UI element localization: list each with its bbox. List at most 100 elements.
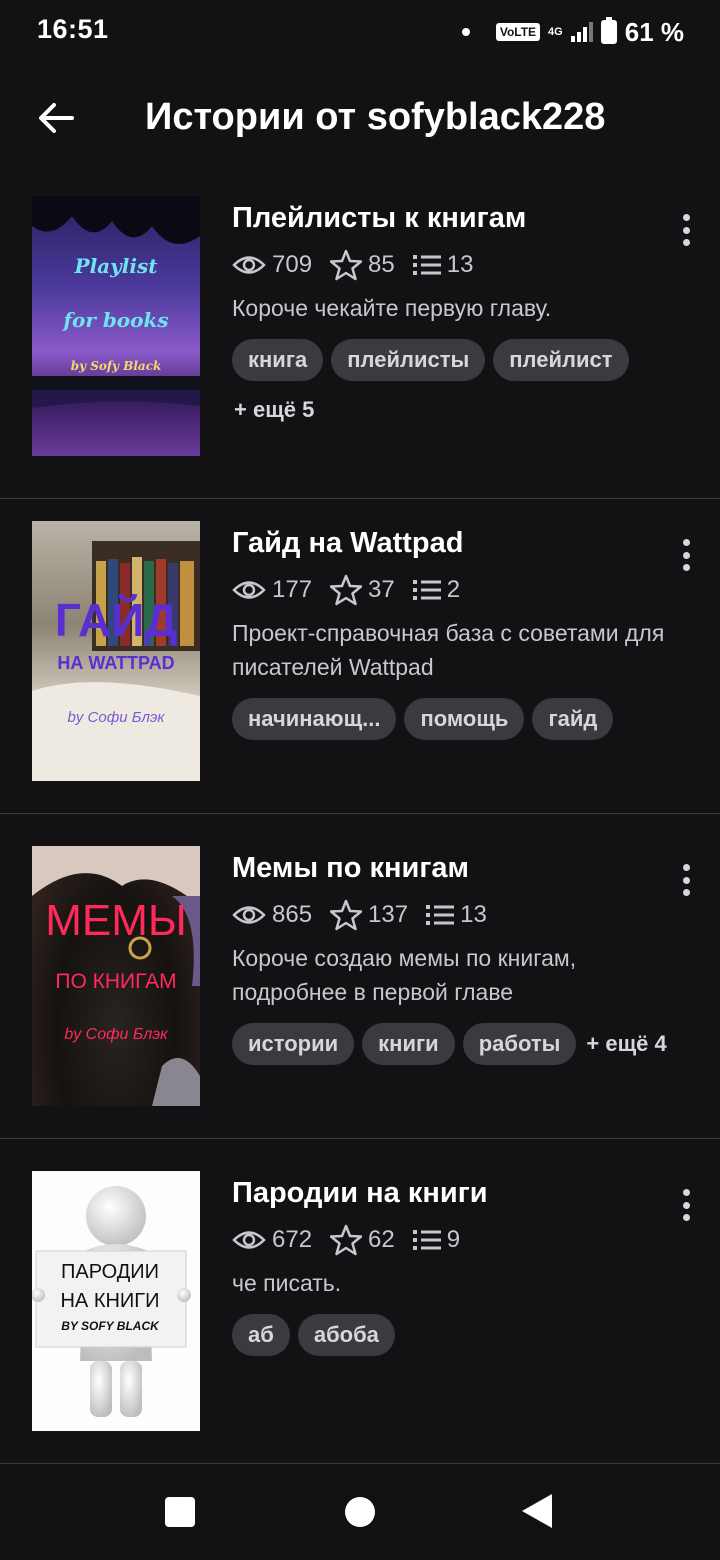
votes-count: 137 xyxy=(368,901,409,928)
story-stats: 177 37 2 xyxy=(232,574,672,606)
story-cover[interactable]: МЕМЫ ПО КНИГАМ by Софи Блэк xyxy=(32,846,200,1106)
cover-line-3: BY SOFY BLACK xyxy=(61,1319,159,1333)
votes-count: 37 xyxy=(368,576,395,603)
star-icon xyxy=(330,1224,363,1256)
more-tags-link[interactable]: + ещё 4 xyxy=(584,1023,668,1065)
recents-square-icon[interactable] xyxy=(165,1497,195,1527)
story-description: Проект-справочная база с советами для пи… xyxy=(232,620,665,680)
signal-icon xyxy=(570,22,593,42)
tag-chip[interactable]: абоба xyxy=(297,1314,395,1356)
story-stats: 709 85 13 xyxy=(232,249,672,281)
status-bar: 16:51 VoLTE 4G 61 % xyxy=(0,0,720,64)
views-count: 709 xyxy=(272,251,313,278)
more-options-icon[interactable] xyxy=(674,535,698,575)
list-icon xyxy=(426,905,455,925)
tag-chip[interactable]: плейлист xyxy=(493,339,629,381)
tag-chip[interactable]: аб xyxy=(232,1314,290,1356)
cover-line-2: НА WATTPAD xyxy=(57,653,175,673)
back-button[interactable] xyxy=(36,98,76,138)
more-options-icon[interactable] xyxy=(674,860,698,900)
story-title[interactable]: Пародии на книги xyxy=(232,1177,672,1210)
parts-count: 13 xyxy=(460,901,487,928)
story-title[interactable]: Гайд на Wattpad xyxy=(232,527,672,560)
more-options-icon[interactable] xyxy=(674,210,698,250)
votes-stat: 37 xyxy=(330,574,395,606)
parts-count: 2 xyxy=(446,576,461,603)
tag-chip[interactable]: плейлисты xyxy=(331,339,486,381)
star-icon xyxy=(330,574,363,606)
votes-stat: 85 xyxy=(330,249,395,281)
story-description: че писать. xyxy=(232,1270,342,1296)
views-stat: 709 xyxy=(232,251,312,279)
cover-line-2: ПО КНИГАМ xyxy=(55,970,177,993)
story-cover[interactable]: ПАРОДИИ НА КНИГИ BY SOFY BLACK xyxy=(32,1171,200,1431)
app-header: Истории от sofyblack228 xyxy=(0,64,720,174)
tag-chip[interactable]: работы xyxy=(462,1023,577,1065)
views-count: 672 xyxy=(272,1226,313,1253)
votes-count: 85 xyxy=(368,251,395,278)
cover-line-1: Playlist xyxy=(74,254,158,278)
arrow-left-icon xyxy=(39,103,74,133)
story-item[interactable]: ГАЙД НА WATTPAD by Софи Блэк Гайд на Wat… xyxy=(0,489,720,814)
tag-chip[interactable]: начинающ... xyxy=(232,698,397,740)
list-icon xyxy=(412,1230,441,1250)
tag-chip[interactable]: истории xyxy=(232,1023,355,1065)
views-stat: 177 xyxy=(232,576,312,604)
parts-stat: 2 xyxy=(412,576,461,604)
parts-stat: 13 xyxy=(412,251,474,279)
volte-badge: VoLTE xyxy=(495,23,541,41)
tag-chip[interactable]: книги xyxy=(362,1023,455,1065)
tag-list: начинающ... помощь гайд xyxy=(232,698,702,740)
story-title[interactable]: Мемы по книгам xyxy=(232,852,672,885)
more-options-icon[interactable] xyxy=(674,1185,698,1225)
story-item[interactable]: ПАРОДИИ НА КНИГИ BY SOFY BLACK Пародии н… xyxy=(0,1139,720,1464)
back-triangle-icon[interactable] xyxy=(522,1494,552,1528)
cover-line-3: by Софи Блэк xyxy=(64,1026,168,1043)
story-stats: 865 137 13 xyxy=(232,899,672,931)
tag-chip[interactable]: помощь xyxy=(404,698,525,740)
parts-stat: 9 xyxy=(412,1226,461,1254)
page-title: Истории от sofyblack228 xyxy=(145,96,606,138)
home-circle-icon[interactable] xyxy=(345,1497,375,1527)
tag-chip[interactable]: гайд xyxy=(532,698,614,740)
views-stat: 672 xyxy=(232,1226,312,1254)
story-item[interactable]: МЕМЫ ПО КНИГАМ by Софи Блэк Мемы по книг… xyxy=(0,814,720,1139)
tag-list: истории книги работы + ещё 4 xyxy=(232,1023,702,1065)
status-time: 16:51 xyxy=(37,14,109,44)
notification-dot-icon xyxy=(461,28,470,36)
eye-icon xyxy=(232,906,266,924)
views-stat: 865 xyxy=(232,901,312,929)
views-count: 865 xyxy=(272,901,313,928)
system-nav-bar xyxy=(0,1464,720,1560)
status-icons: VoLTE 4G 61 % xyxy=(461,14,684,50)
battery-charging-icon xyxy=(600,17,617,44)
votes-stat: 137 xyxy=(330,899,408,931)
story-stats: 672 62 9 xyxy=(232,1224,672,1256)
parts-stat: 13 xyxy=(426,901,487,929)
star-icon xyxy=(330,249,363,281)
story-description: Короче чекайте первую главу. xyxy=(232,295,552,321)
tag-list: книга плейлисты плейлист + ещё 5 xyxy=(232,339,702,431)
list-icon xyxy=(412,255,441,275)
cover-line-2: НА КНИГИ xyxy=(60,1290,160,1312)
story-cover[interactable]: Playlist for books by Sofy Black xyxy=(32,196,200,456)
star-icon xyxy=(330,899,363,931)
parts-count: 13 xyxy=(446,251,474,278)
bookshelf-decoration xyxy=(32,541,200,781)
tag-list: аб абоба xyxy=(232,1314,702,1356)
cover-line-1: ПАРОДИИ xyxy=(60,1261,160,1283)
eye-icon xyxy=(232,256,266,274)
story-description: Короче создаю мемы по книгам, подробнее … xyxy=(232,945,577,1005)
tag-chip[interactable]: книга xyxy=(232,339,324,381)
votes-count: 62 xyxy=(368,1226,395,1253)
more-tags-link[interactable]: + ещё 5 xyxy=(232,389,316,431)
cover-line-1: МЕМЫ xyxy=(45,896,187,945)
views-count: 177 xyxy=(272,576,313,603)
list-icon xyxy=(412,580,441,600)
story-item[interactable]: Playlist for books by Sofy Black Плейлис… xyxy=(0,174,720,499)
cover-line-3: by Sofy Black xyxy=(70,359,162,373)
story-title[interactable]: Плейлисты к книгам xyxy=(232,202,672,235)
parts-count: 9 xyxy=(446,1226,461,1253)
cover-line-2: for books xyxy=(63,308,169,332)
story-cover[interactable]: ГАЙД НА WATTPAD by Софи Блэк xyxy=(32,521,200,781)
